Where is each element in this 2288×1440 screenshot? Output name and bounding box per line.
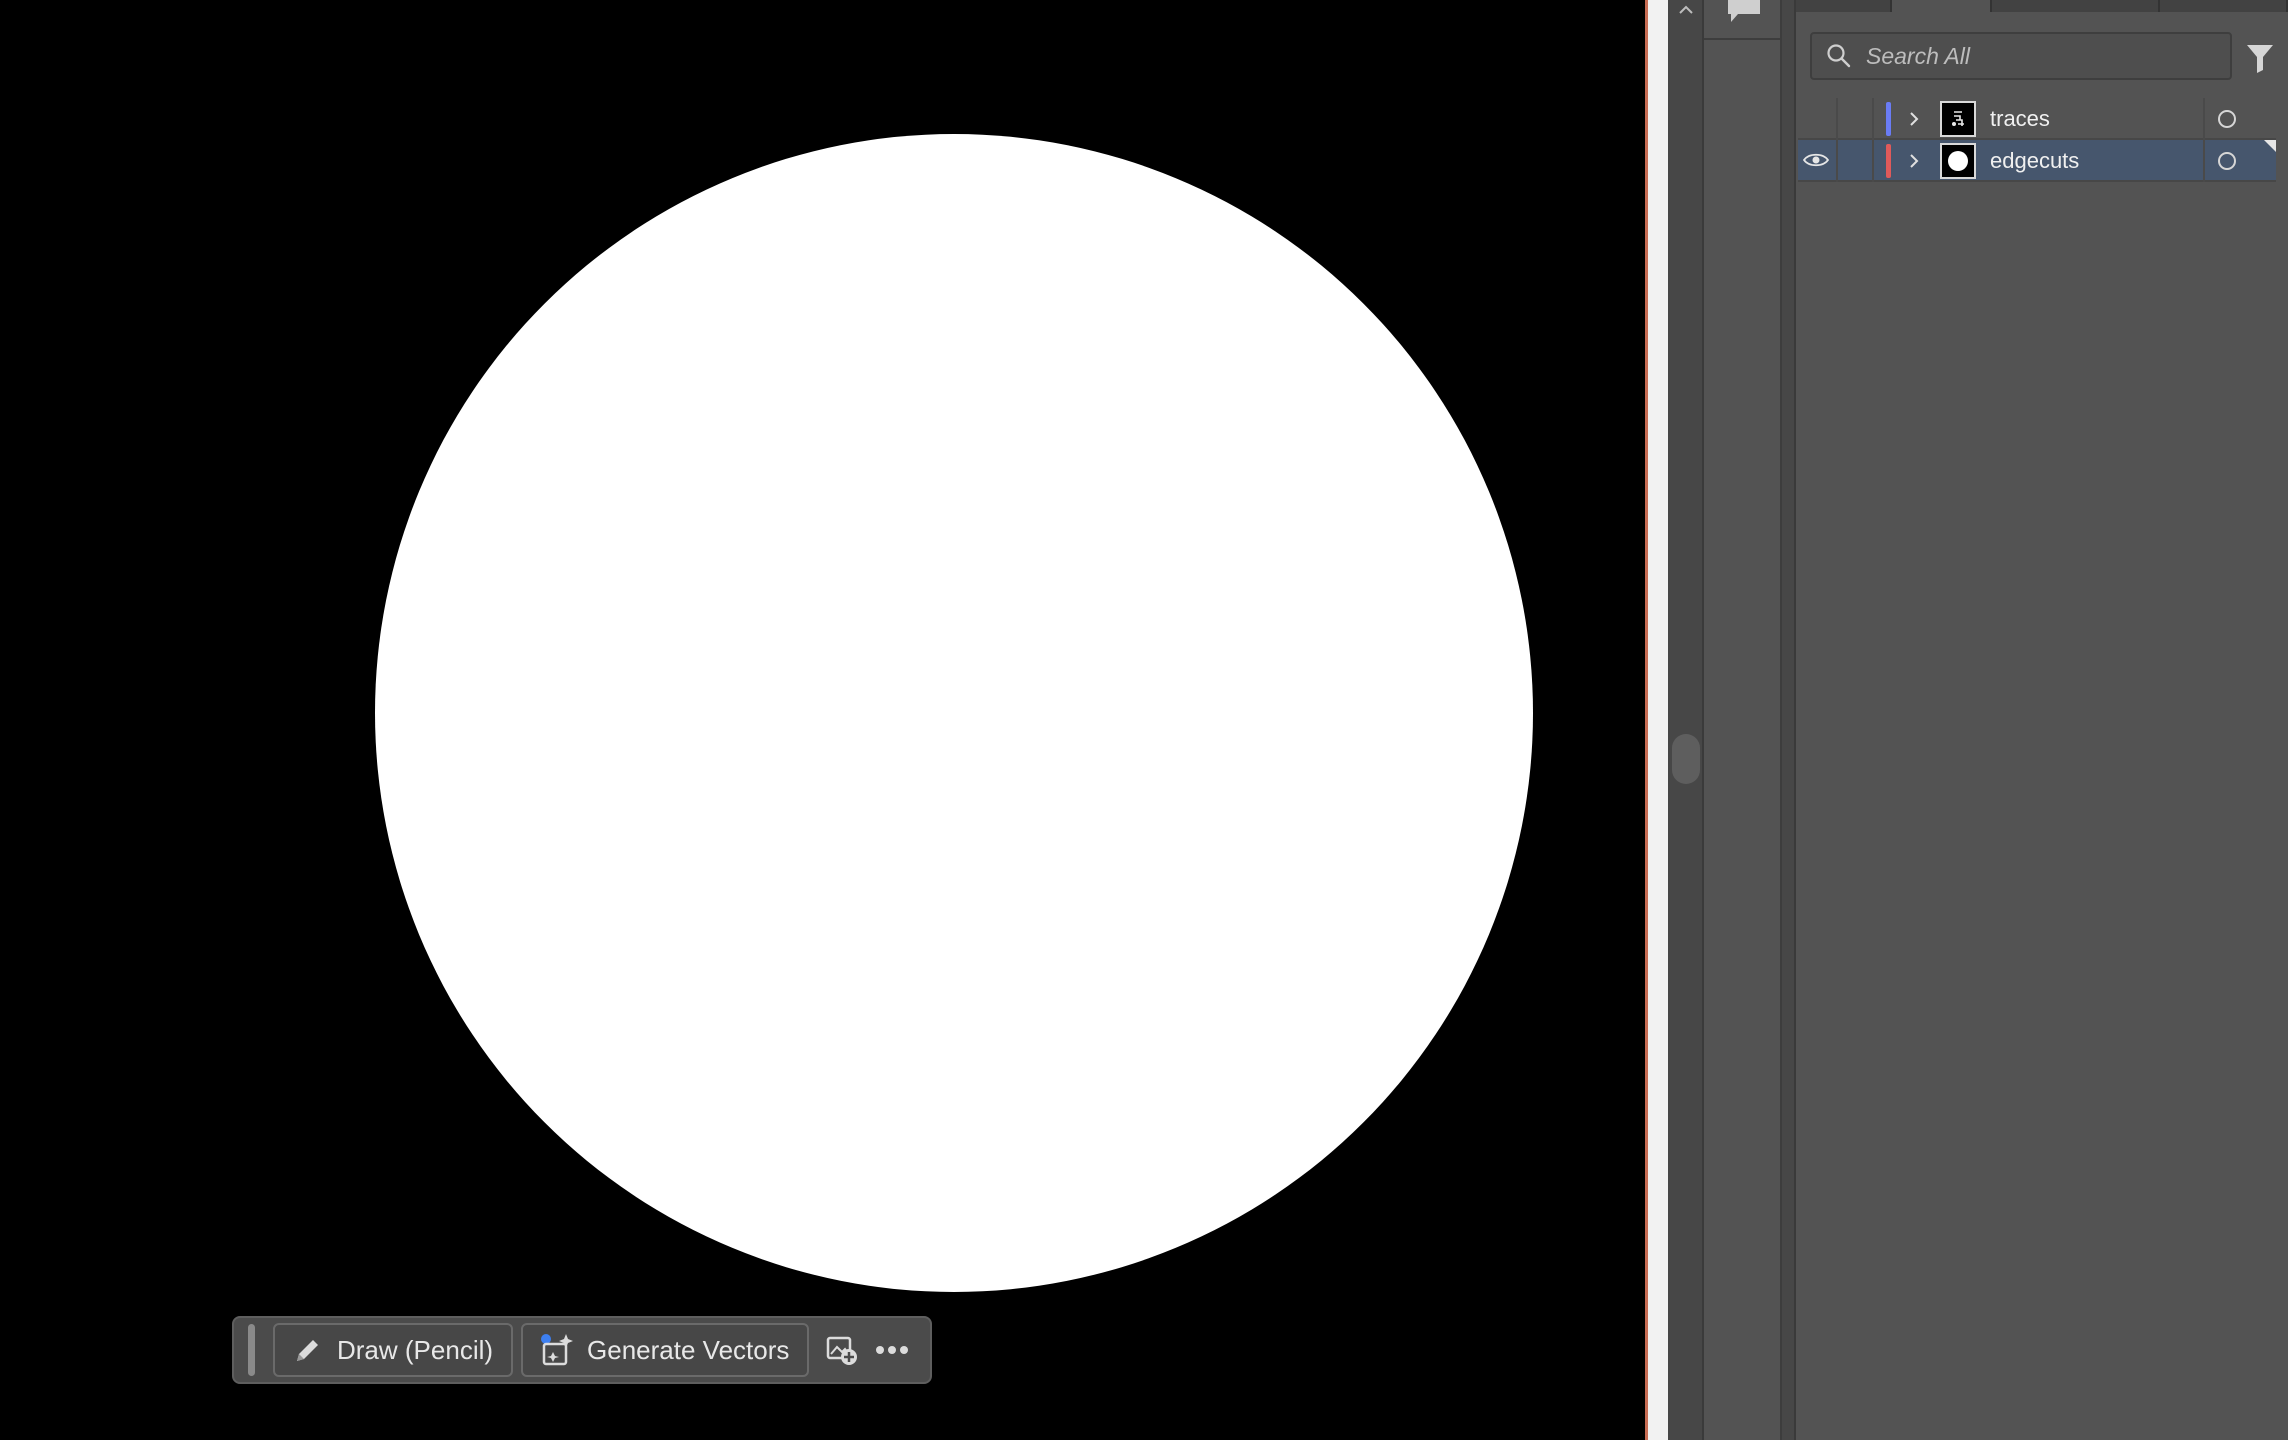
generate-vectors-label: Generate Vectors xyxy=(587,1334,790,1365)
layer-thumbnail xyxy=(1940,101,1976,137)
panel-tab[interactable] xyxy=(1992,0,2160,12)
column-separator xyxy=(2203,140,2205,182)
layer-target-circle[interactable] xyxy=(2218,110,2236,128)
contextual-task-bar: Draw (Pencil) Generate Vectors xyxy=(232,1316,932,1384)
layer-thumbnail xyxy=(1940,143,1976,179)
generate-vectors-button[interactable]: Generate Vectors xyxy=(521,1323,810,1377)
panel-collapse-strip xyxy=(1668,0,1704,1440)
layer-color-swatch xyxy=(1886,144,1891,178)
chevron-right-icon xyxy=(1910,154,1919,168)
search-placeholder: Search All xyxy=(1866,42,1970,69)
canvas-gutter xyxy=(1648,0,1668,1440)
comments-strip xyxy=(1704,0,1782,1440)
layer-color-swatch xyxy=(1886,102,1891,136)
search-icon xyxy=(1827,44,1851,68)
layers-search-field[interactable]: Search All xyxy=(1810,32,2232,80)
generate-vectors-icon xyxy=(541,1334,574,1366)
panel-tab[interactable] xyxy=(2160,0,2288,12)
circle-artwork[interactable] xyxy=(375,134,1533,1292)
pencil-icon xyxy=(297,1340,318,1361)
layer-row-traces[interactable]: traces xyxy=(1798,98,2276,140)
panel-gutter xyxy=(1782,0,1796,1440)
place-image-button[interactable] xyxy=(817,1323,867,1377)
chevron-right-icon xyxy=(1910,112,1919,126)
expand-layer-button[interactable] xyxy=(1902,140,1926,182)
layers-panel: Search All traces edgecuts xyxy=(1796,0,2288,1440)
layer-name: edgecuts xyxy=(1990,148,2080,173)
layer-target-circle[interactable] xyxy=(2218,152,2236,170)
comment-icon[interactable] xyxy=(1724,0,1764,30)
strip-divider xyxy=(1704,38,1782,40)
scrollbar-thumb[interactable] xyxy=(1672,734,1700,784)
taskbar-drag-handle[interactable] xyxy=(248,1324,255,1376)
panel-tab-active[interactable] xyxy=(1892,0,1992,12)
artboard-canvas[interactable] xyxy=(0,0,1648,1440)
draw-pencil-button[interactable]: Draw (Pencil) xyxy=(273,1323,514,1377)
place-image-icon xyxy=(827,1336,858,1365)
more-icon xyxy=(876,1346,909,1354)
more-options-button[interactable] xyxy=(867,1323,917,1377)
eye-icon xyxy=(1803,153,1829,167)
filter-icon xyxy=(2247,45,2273,73)
layer-row-edgecuts[interactable]: edgecuts xyxy=(1798,140,2276,182)
expand-layer-button[interactable] xyxy=(1902,98,1926,140)
visibility-toggle[interactable] xyxy=(1798,139,1834,181)
chevron-up-icon[interactable] xyxy=(1668,0,1704,20)
circle-thumbnail-icon xyxy=(1948,151,1968,171)
filter-button[interactable] xyxy=(2240,38,2280,78)
column-separator xyxy=(1836,98,1838,140)
column-separator xyxy=(1872,98,1874,140)
panel-tab[interactable] xyxy=(1796,0,1892,12)
draw-pencil-label: Draw (Pencil) xyxy=(337,1334,494,1365)
selection-indicator xyxy=(2264,140,2276,152)
visibility-toggle[interactable] xyxy=(1798,97,1834,139)
panel-tab-strip xyxy=(1796,0,2288,12)
layer-name: traces xyxy=(1990,106,2050,131)
column-separator xyxy=(1836,140,1838,182)
column-separator xyxy=(2203,98,2205,140)
traces-thumbnail-icon xyxy=(1952,111,1964,126)
column-separator xyxy=(1872,140,1874,182)
